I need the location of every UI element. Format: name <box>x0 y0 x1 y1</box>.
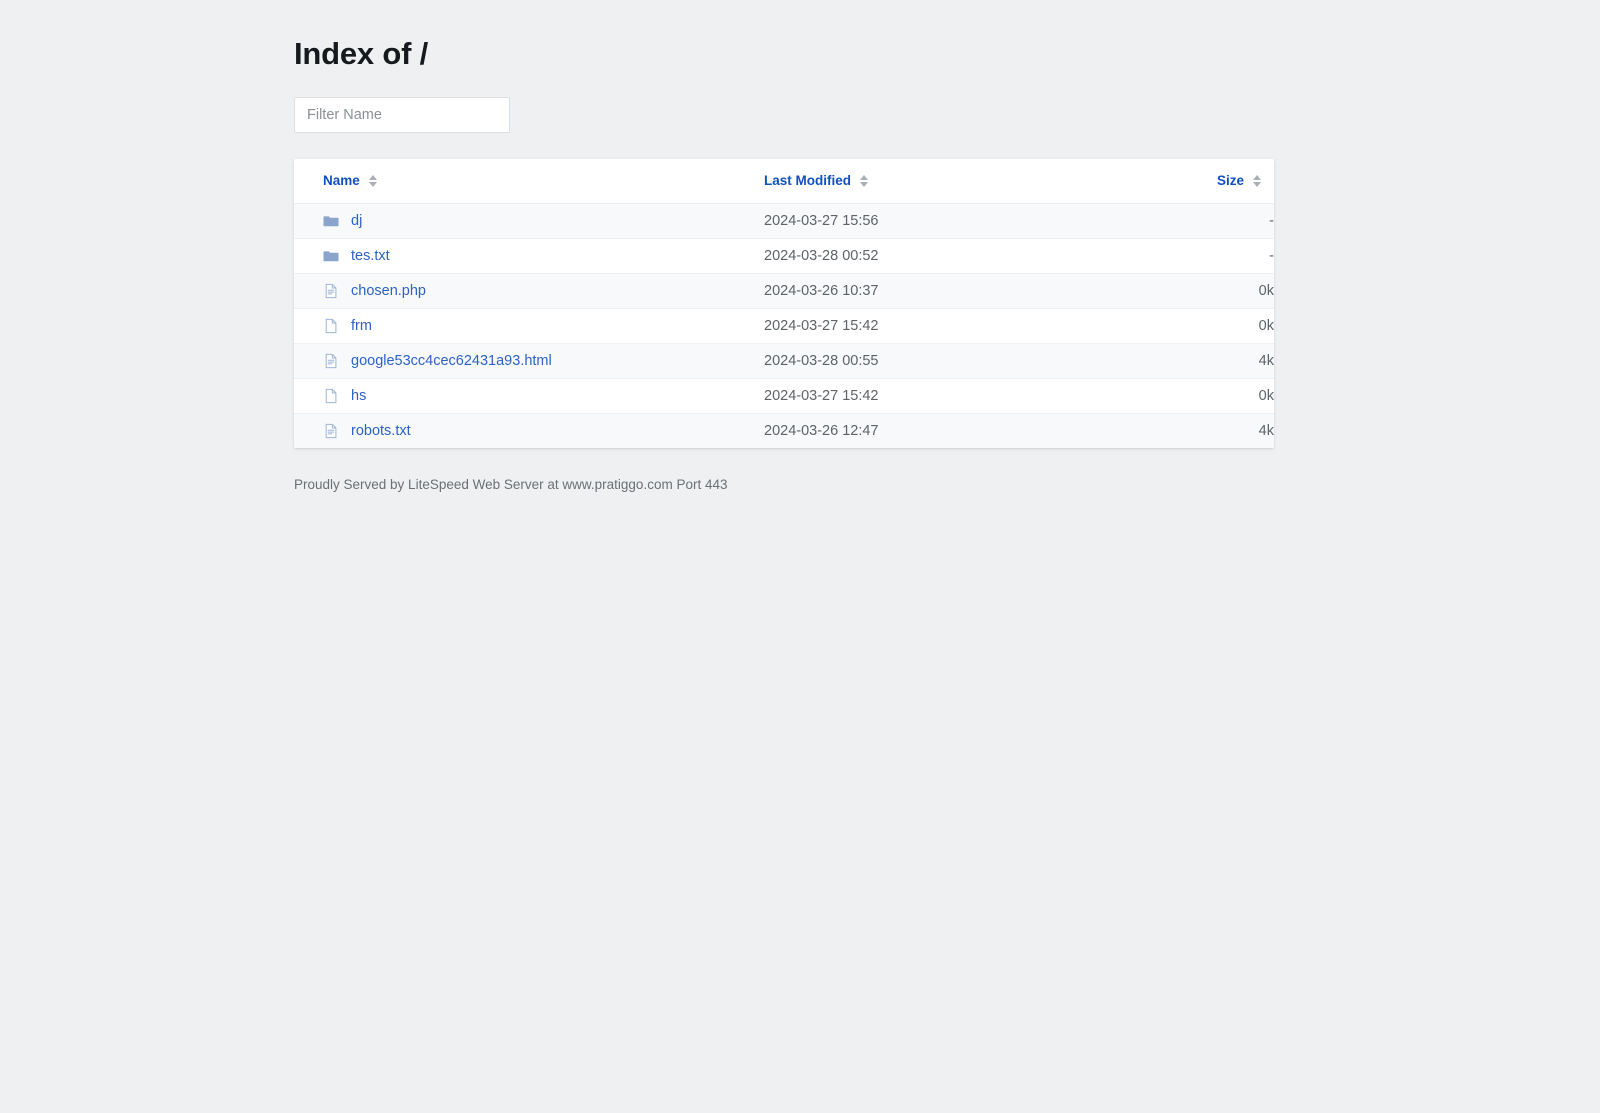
cell-size: 0k <box>1258 282 1274 299</box>
entry-link[interactable]: tes.txt <box>351 248 390 264</box>
listing-header-row: Name Last Modified Size <box>294 159 1274 204</box>
listing-table: Name Last Modified Size dj 2024-03-27 15… <box>294 159 1274 448</box>
entry-link[interactable]: frm <box>351 318 372 334</box>
server-signature: Proudly Served by LiteSpeed Web Server a… <box>294 477 728 492</box>
sort-updown-icon[interactable] <box>368 174 378 188</box>
table-row[interactable]: robots.txt 2024-03-26 12:47 4k <box>294 413 1274 448</box>
entry-link[interactable]: robots.txt <box>351 423 411 439</box>
table-row[interactable]: dj 2024-03-27 15:56 - <box>294 203 1274 238</box>
column-header-name[interactable]: Name <box>294 159 764 204</box>
cell-last-modified: 2024-03-27 15:42 <box>764 387 879 404</box>
listing-table-head: Name Last Modified Size <box>294 159 1274 204</box>
cell-name: tes.txt <box>294 238 764 273</box>
table-row[interactable]: tes.txt 2024-03-28 00:52 - <box>294 238 1274 273</box>
table-row[interactable]: hs 2024-03-27 15:42 0k <box>294 378 1274 413</box>
column-header-name-label: Name <box>323 173 360 189</box>
file-blank-icon <box>323 388 339 404</box>
cell-name: google53cc4cec62431a93.html <box>294 343 764 378</box>
entry-link[interactable]: google53cc4cec62431a93.html <box>351 353 552 369</box>
listing-table-body: dj 2024-03-27 15:56 - tes.txt 2024-03-28 00:… <box>294 203 1274 448</box>
cell-name: chosen.php <box>294 273 764 308</box>
filter-name-input[interactable] <box>294 97 510 133</box>
folder-icon <box>323 213 339 229</box>
column-header-last-modified[interactable]: Last Modified <box>764 159 1134 204</box>
column-header-last-modified-label: Last Modified <box>764 173 851 189</box>
cell-name: robots.txt <box>294 413 764 448</box>
folder-icon <box>323 248 339 264</box>
entry-link[interactable]: dj <box>351 213 362 229</box>
column-header-size-label: Size <box>1216 173 1244 189</box>
cell-name: hs <box>294 378 764 413</box>
table-row[interactable]: frm 2024-03-27 15:42 0k <box>294 308 1274 343</box>
file-text-icon <box>323 283 339 299</box>
cell-size: 4k <box>1258 352 1274 369</box>
cell-name: dj <box>294 203 764 238</box>
listing-table-card: Name Last Modified Size dj 2024-03-27 15… <box>294 159 1274 448</box>
cell-last-modified: 2024-03-26 12:47 <box>764 422 879 439</box>
cell-size: - <box>1269 247 1274 264</box>
sort-updown-icon[interactable] <box>1253 174 1262 188</box>
file-text-icon <box>323 423 339 439</box>
page-title: Index of / <box>294 36 429 71</box>
sort-updown-icon[interactable] <box>860 174 869 188</box>
content-column: Index of / Name <box>294 0 1274 494</box>
cell-last-modified: 2024-03-27 15:56 <box>764 212 879 229</box>
cell-size: 4k <box>1258 422 1274 439</box>
cell-last-modified: 2024-03-28 00:55 <box>764 352 879 369</box>
table-row[interactable]: chosen.php 2024-03-26 10:37 0k <box>294 273 1274 308</box>
cell-last-modified: 2024-03-28 00:52 <box>764 247 879 264</box>
filter-row <box>294 97 1274 133</box>
cell-size: - <box>1269 212 1274 229</box>
column-header-size[interactable]: Size <box>1134 159 1274 204</box>
cell-size: 0k <box>1258 387 1274 404</box>
cell-name: frm <box>294 308 764 343</box>
cell-size: 0k <box>1258 317 1274 334</box>
entry-link[interactable]: hs <box>351 388 366 404</box>
cell-last-modified: 2024-03-26 10:37 <box>764 282 879 299</box>
directory-listing-page: Index of / Name <box>0 0 1600 1113</box>
entry-link[interactable]: chosen.php <box>351 283 426 299</box>
table-row[interactable]: google53cc4cec62431a93.html 2024-03-28 00… <box>294 343 1274 378</box>
file-blank-icon <box>323 318 339 334</box>
file-text-icon <box>323 353 339 369</box>
cell-last-modified: 2024-03-27 15:42 <box>764 317 879 334</box>
